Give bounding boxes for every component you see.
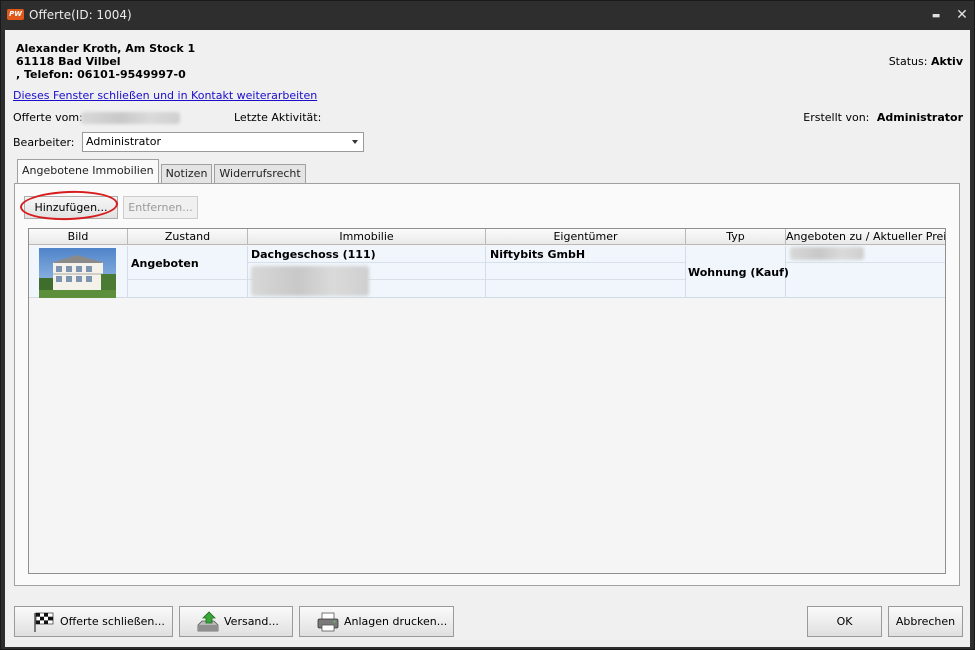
status-value: Aktiv (930, 55, 963, 68)
table-header: Bild Zustand Immobilie Eigentümer Typ An… (29, 229, 945, 245)
chevron-down-icon (352, 140, 358, 144)
created-by-value: Administrator (876, 111, 963, 124)
property-thumbnail (39, 248, 116, 298)
building-photo-icon (39, 248, 116, 298)
close-offer-label: Offerte schließen... (60, 615, 165, 628)
property-address-redacted (251, 266, 369, 296)
offered-properties-table: Bild Zustand Immobilie Eigentümer Typ An… (28, 228, 946, 574)
window-title: Offerte(ID: 1004) (29, 8, 132, 22)
print-attachments-label: Anlagen drucken... (344, 615, 448, 628)
price-redacted (790, 247, 864, 260)
add-property-button[interactable]: Hinzufügen... (24, 196, 118, 219)
column-header-type[interactable]: Typ (686, 229, 786, 245)
window-client-area: Alexander Kroth, Am Stock 1 61118 Bad Vi… (5, 30, 970, 647)
app-logo-icon: PW (7, 9, 24, 20)
contact-city: 61118 Bad Vilbel (16, 55, 121, 68)
table-row[interactable]: Angeboten Dachgeschoss (111) Niftybits G… (29, 246, 945, 298)
tab-strip: Angebotene Immobilien Notizen Widerrufsr… (17, 159, 308, 183)
close-icon: ✕ (956, 7, 968, 23)
cell-type: Wohnung (Kauf) (686, 246, 789, 298)
send-label: Versand... (224, 615, 279, 628)
status-indicator: Status: Aktiv (889, 55, 963, 68)
column-header-image[interactable]: Bild (29, 229, 128, 245)
printer-icon (317, 612, 339, 632)
cancel-label: Abbrechen (895, 615, 956, 628)
column-header-owner[interactable]: Eigentümer (486, 229, 686, 245)
row-status: Angeboten (131, 257, 199, 270)
last-activity-label: Letzte Aktivität: (234, 111, 322, 124)
column-header-property[interactable]: Immobilie (248, 229, 486, 245)
contact-name-street: Alexander Kroth, Am Stock 1 (16, 42, 196, 55)
ok-label: OK (836, 615, 853, 628)
editor-select[interactable]: Administrator (82, 132, 364, 152)
status-label: Status: (888, 55, 928, 68)
close-and-continue-link[interactable]: Dieses Fenster schließen und in Kontakt … (13, 89, 317, 102)
offer-date-label: Offerte vom: (13, 111, 83, 124)
contact-address: Alexander Kroth, Am Stock 1 61118 Bad Vi… (16, 42, 195, 81)
contact-phone: , Telefon: 06101-9549997-0 (16, 68, 186, 81)
offer-date-redacted (81, 112, 180, 124)
cell-price (786, 246, 945, 298)
created-by-label: Erstellt von: (803, 111, 870, 124)
cell-owner: Niftybits GmbH (486, 246, 686, 298)
outbox-arrow-icon (197, 611, 219, 632)
title-bar[interactable]: PW Offerte(ID: 1004) ▬ ✕ (1, 1, 974, 29)
row-property: Dachgeschoss (111) (251, 248, 376, 261)
send-button[interactable]: Versand... (179, 606, 293, 637)
cell-property: Dachgeschoss (111) (248, 246, 486, 298)
tab-offered-properties[interactable]: Angebotene Immobilien (17, 159, 159, 183)
offered-properties-panel: Hinzufügen... Entfernen... Bild Zustand … (14, 183, 960, 586)
remove-property-button[interactable]: Entfernen... (123, 196, 198, 219)
row-type: Wohnung (Kauf) (688, 266, 789, 279)
tab-withdrawal-right[interactable]: Widerrufsrecht (214, 164, 306, 183)
cell-image (29, 246, 128, 298)
ok-button[interactable]: OK (807, 606, 882, 637)
row-owner: Niftybits GmbH (490, 248, 586, 261)
print-attachments-button[interactable]: Anlagen drucken... (299, 606, 454, 637)
close-offer-button[interactable]: Offerte schließen... (14, 606, 173, 637)
minimize-icon: ▬ (931, 11, 941, 21)
cancel-button[interactable]: Abbrechen (888, 606, 963, 637)
column-header-price[interactable]: Angeboten zu / Aktueller Preis (786, 229, 945, 245)
minimize-button[interactable]: ▬ (927, 7, 945, 23)
close-window-button[interactable]: ✕ (953, 7, 971, 23)
column-header-status[interactable]: Zustand (128, 229, 248, 245)
editor-label: Bearbeiter: (13, 136, 75, 149)
offer-window: PW Offerte(ID: 1004) ▬ ✕ Alexander Kroth… (0, 0, 975, 650)
editor-select-value: Administrator (86, 135, 161, 148)
checkered-flag-icon (34, 612, 54, 632)
cell-status: Angeboten (128, 246, 248, 298)
created-by: Erstellt von: Administrator (803, 111, 963, 124)
tab-notes[interactable]: Notizen (160, 164, 213, 183)
